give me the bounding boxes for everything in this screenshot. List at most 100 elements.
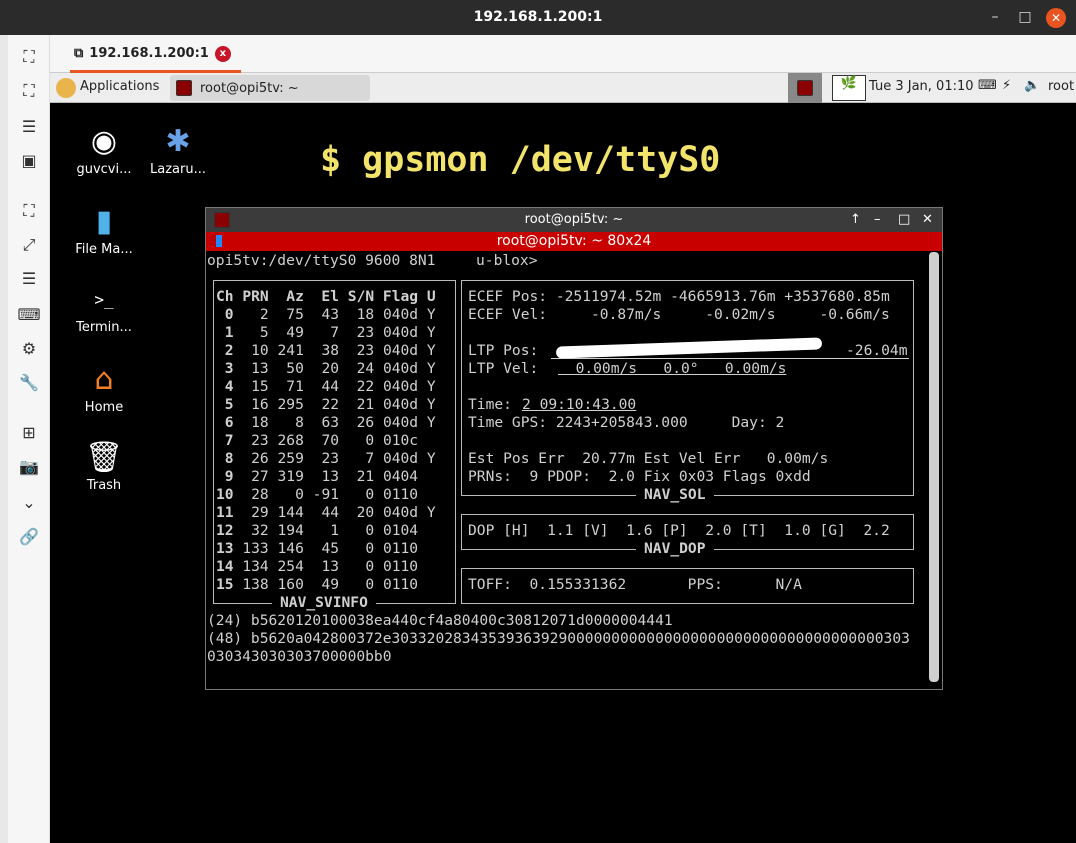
keep-above-icon[interactable]: ↑ — [850, 208, 861, 232]
window-icon[interactable]: ▣ — [8, 149, 50, 173]
ecef-pos: ECEF Pos: -2511974.52m -4665913.76m +353… — [468, 288, 890, 305]
screens-icon: ⧉ — [74, 46, 84, 61]
desktop-icon-trash[interactable]: 🗑 Trash — [68, 438, 140, 493]
network-applet-icon[interactable]: 🌿 — [832, 75, 866, 101]
nav-sol-label: NAV_SOL — [636, 486, 714, 504]
left-edge — [0, 35, 8, 843]
applications-menu[interactable]: Applications — [80, 79, 159, 94]
svinfo-row: 4 15 71 44 22 040d Y — [216, 378, 436, 396]
svinfo-header: Ch PRN Az El S/N Flag U — [216, 288, 436, 305]
raw-line: (24) b5620120100038ea440cf4a80400c308120… — [207, 612, 673, 629]
minimize-icon[interactable]: – — [874, 208, 881, 232]
svinfo-row-text: 7 23 268 70 0 010c — [216, 432, 419, 449]
list-icon[interactable]: ☰ — [8, 267, 50, 291]
menu-icon[interactable]: ☰ — [8, 115, 50, 139]
svinfo-row-text: 2 10 241 38 23 040d Y — [216, 342, 436, 359]
keyboard-layout-icon[interactable]: ⌨ — [978, 78, 997, 93]
svinfo-row: 5 16 295 22 21 040d Y — [216, 396, 436, 414]
desktop-icon-file-manager[interactable]: ▮ File Ma... — [68, 202, 140, 257]
svinfo-row-text: 10 28 0 -91 0 0110 — [216, 486, 419, 503]
svinfo-row: 9 27 319 13 21 0404 — [216, 468, 436, 486]
volume-icon[interactable]: 🔈 — [1024, 78, 1040, 93]
screenshot-icon[interactable]: ⛶ — [8, 45, 50, 69]
svinfo-row: 1 5 49 7 23 040d Y — [216, 324, 436, 342]
maximize-button[interactable]: □ — [1010, 0, 1040, 35]
terminal-icon — [797, 80, 813, 96]
webcam-icon: ◉ — [90, 124, 118, 159]
svinfo-row: 14 134 254 13 0 0110 — [216, 558, 436, 576]
icon-label: File Ma... — [75, 242, 133, 257]
tab-bar: ⧉ 192.168.1.200:1 x — [50, 35, 1076, 73]
close-icon[interactable]: ✕ — [922, 208, 933, 232]
svinfo-row-text: 3 13 50 20 24 040d Y — [216, 360, 436, 377]
clock[interactable]: Tue 3 Jan, 01:10 — [869, 79, 974, 94]
terminal-icon: >_ — [94, 290, 114, 309]
ltp-vel-label: LTP Vel: — [468, 360, 539, 377]
toff-line: TOFF: 0.155331362 PPS: N/A — [468, 576, 802, 593]
resize-icon[interactable]: ⤢ — [8, 233, 50, 257]
window-title: 192.168.1.200:1 — [473, 9, 603, 25]
minimize-button[interactable]: – — [980, 0, 1010, 35]
est-err: Est Pos Err 20.77m Est Vel Err 0.00m/s — [468, 450, 829, 467]
scale-icon[interactable]: ⛶ — [8, 199, 50, 223]
settings-icon[interactable]: ⚙ — [8, 337, 50, 361]
close-button[interactable]: ✕ — [1046, 8, 1066, 28]
svinfo-row: 12 32 194 1 0 0104 — [216, 522, 436, 540]
prompt: u-blox> — [476, 252, 538, 269]
desktop-icon-guvcview[interactable]: ◉ guvcvi... — [68, 122, 140, 177]
file-manager-icon: ▮ — [95, 204, 113, 239]
svinfo-rows: 0 2 75 43 18 040d Y 1 5 49 7 23 040d Y 2… — [216, 306, 436, 594]
vnc-toolbar: ⛶ ⛶ ☰ ▣ ⛶ ⤢ ☰ ⌨ ⚙ 🔧 ⊞ 📷 ⌄ 🔗 — [8, 35, 50, 843]
taskbar-item-terminal[interactable]: root@opi5tv: ~ — [170, 75, 370, 101]
chevron-down-icon[interactable]: ⌄ — [8, 491, 50, 515]
svinfo-row: 7 23 268 70 0 010c — [216, 432, 436, 450]
svinfo-label: NAV_SVINFO — [272, 594, 376, 612]
maximize-icon[interactable]: □ — [898, 208, 910, 232]
svinfo-row-text: 8 26 259 23 7 040d Y — [216, 450, 436, 467]
status-line: opi5tv:/dev/ttyS0 9600 8N1 — [207, 252, 436, 269]
terminal-scrollbar[interactable] — [929, 252, 939, 682]
svinfo-row-text: 0 2 75 43 18 040d Y — [216, 306, 436, 323]
banner-command: $ gpsmon /dev/ttyS0 — [320, 140, 721, 180]
prns-line: PRNs: 9 PDOP: 2.0 Fix 0x03 Flags 0xdd — [468, 468, 811, 485]
svinfo-row: 11 29 144 44 20 040d Y — [216, 504, 436, 522]
fullscreen-icon[interactable]: ⛶ — [8, 79, 50, 103]
svinfo-row-text: 4 15 71 44 22 040d Y — [216, 378, 436, 395]
svinfo-row: 13 133 146 45 0 0110 — [216, 540, 436, 558]
user-menu[interactable]: root — [1048, 79, 1074, 94]
terminal-title: root@opi5tv: ~ — [524, 212, 624, 227]
terminal-window: root@opi5tv: ~ ↑ – □ ✕ root@opi5tv: ~ 80… — [205, 207, 943, 690]
link-icon[interactable]: 🔗 — [8, 525, 50, 549]
time-value: 2 09:10:43.00 — [522, 396, 637, 413]
window-title-bar: 192.168.1.200:1 — [0, 0, 1076, 35]
tab-vnc[interactable]: ⧉ 192.168.1.200:1 x — [70, 43, 241, 73]
desktop-icon-terminal[interactable]: >_ Termin... — [68, 280, 140, 335]
svinfo-row-text: 14 134 254 13 0 0110 — [216, 558, 419, 575]
power-plug-icon[interactable]: ⚡ — [1002, 78, 1011, 93]
keyboard-icon[interactable]: ⌨ — [8, 303, 50, 327]
icon-label: Termin... — [76, 320, 132, 335]
svinfo-row: 3 13 50 20 24 040d Y — [216, 360, 436, 378]
svinfo-row-text: 6 18 8 63 26 040d Y — [216, 414, 436, 431]
ltp-pos-label: LTP Pos: — [468, 342, 539, 359]
svinfo-row-text: 15 138 160 49 0 0110 — [216, 576, 419, 593]
nav-dop-label: NAV_DOP — [636, 540, 714, 558]
time-gps: Time GPS: 2243+205843.000 Day: 2 — [468, 414, 785, 431]
raw-line: (48) b5620a042800372e3033202834353936392… — [207, 630, 910, 647]
desktop-icon-lazarus[interactable]: ✱ Lazaru... — [142, 122, 214, 177]
desktop-icon-home[interactable]: ⌂ Home — [68, 360, 140, 415]
ltp-vel: 0.00m/s 0.0° 0.00m/s — [558, 360, 787, 377]
terminal-menu-icon[interactable] — [210, 235, 222, 247]
terminal-subtitle: root@opi5tv: ~ 80x24 — [496, 233, 652, 249]
svinfo-row-text: 1 5 49 7 23 040d Y — [216, 324, 436, 341]
wrench-icon[interactable]: 🔧 — [8, 371, 50, 395]
icon-label: Trash — [86, 478, 122, 493]
terminal-launcher[interactable] — [788, 73, 822, 103]
time-label: Time: — [468, 396, 512, 413]
add-icon[interactable]: ⊞ — [8, 421, 50, 445]
svinfo-row-text: 11 29 144 44 20 040d Y — [216, 504, 436, 521]
terminal-title-bar: root@opi5tv: ~ ↑ – □ ✕ — [206, 208, 942, 232]
xfce-panel: Applications root@opi5tv: ~ 🌿 Tue 3 Jan,… — [50, 73, 1076, 103]
tab-close-icon[interactable]: x — [214, 46, 231, 62]
camera-icon[interactable]: 📷 — [8, 455, 50, 479]
